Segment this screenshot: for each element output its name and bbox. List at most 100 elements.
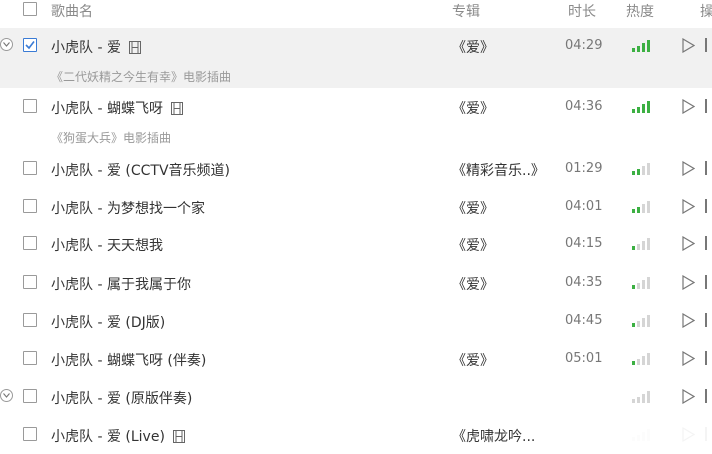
song-checkbox[interactable] — [23, 199, 37, 213]
song-album[interactable]: 《虎啸龙吟... — [452, 426, 535, 446]
play-icon[interactable] — [682, 274, 696, 294]
song-title-text: 小虎队 - 爱 (Live) — [51, 429, 165, 445]
heat-bar — [632, 171, 635, 175]
song-checkbox[interactable] — [23, 38, 37, 52]
chevron-down-icon[interactable] — [0, 389, 13, 402]
song-duration: 04:36 — [565, 99, 603, 114]
song-title-text: 小虎队 - 爱 (原版伴奏) — [51, 391, 193, 407]
heat-bar — [637, 169, 640, 175]
song-title[interactable]: 小虎队 - 蝴蝶飞呀 (伴奏) — [51, 350, 206, 370]
heat-bar — [637, 46, 640, 52]
song-title[interactable]: 小虎队 - 爱 — [51, 37, 141, 58]
heat-bar — [637, 207, 640, 213]
song-album[interactable]: 《爱》 — [452, 274, 494, 294]
heat-bar — [647, 391, 650, 403]
heat-bar — [647, 101, 650, 113]
chevron-down-icon[interactable] — [0, 38, 13, 51]
heat-bar — [632, 246, 635, 250]
song-album[interactable]: 《爱》 — [452, 37, 494, 57]
song-checkbox[interactable] — [23, 161, 37, 175]
heat-bar — [647, 201, 650, 213]
more-actions-icon[interactable] — [705, 351, 707, 365]
song-album[interactable]: 《爱》 — [452, 350, 494, 370]
song-row[interactable]: 小虎队 - 属于我属于你 《爱》 04:35 — [0, 263, 712, 301]
header-album[interactable]: 专辑 — [452, 1, 480, 21]
song-row[interactable]: 小虎队 - 爱 (DJ版) 04:45 — [0, 301, 712, 339]
song-duration: 01:29 — [565, 161, 603, 176]
heat-bar — [642, 104, 645, 113]
heat-bar — [642, 356, 645, 365]
heat-bar — [647, 238, 650, 250]
song-title[interactable]: 小虎队 - 为梦想找一个家 — [51, 198, 205, 218]
heat-bar — [637, 107, 640, 113]
more-actions-icon[interactable] — [705, 99, 707, 113]
header-actions: 操 — [700, 4, 712, 20]
song-checkbox[interactable] — [23, 275, 37, 289]
heat-meter — [632, 391, 656, 403]
song-title[interactable]: 小虎队 - 爱 (CCTV音乐频道) — [51, 160, 230, 180]
song-album[interactable]: 《精彩音乐..》 — [452, 160, 545, 180]
select-all-checkbox[interactable] — [23, 2, 37, 16]
heat-bar — [632, 323, 635, 327]
heat-meter — [632, 163, 656, 175]
heat-bar — [647, 40, 650, 52]
more-actions-icon[interactable] — [705, 38, 707, 52]
song-row[interactable]: 小虎队 - 爱 (CCTV音乐频道) 《精彩音乐..》 01:29 — [0, 150, 712, 188]
heat-meter — [632, 238, 656, 250]
song-checkbox[interactable] — [23, 99, 37, 113]
heat-bar — [632, 285, 635, 289]
heat-meter — [632, 277, 656, 289]
play-icon[interactable] — [682, 98, 696, 118]
heat-bar — [642, 43, 645, 52]
song-checkbox[interactable] — [23, 389, 37, 403]
song-title[interactable]: 小虎队 - 属于我属于你 — [51, 274, 191, 294]
play-icon[interactable] — [682, 235, 696, 255]
play-icon[interactable] — [682, 350, 696, 370]
bottom-right-fade — [560, 410, 712, 454]
film-icon[interactable] — [128, 41, 141, 58]
song-album[interactable]: 《爱》 — [452, 235, 494, 255]
song-title[interactable]: 小虎队 - 爱 (DJ版) — [51, 312, 165, 332]
more-actions-icon[interactable] — [705, 236, 707, 250]
heat-bar — [647, 163, 650, 175]
song-checkbox[interactable] — [23, 236, 37, 250]
heat-bar — [647, 353, 650, 365]
song-row[interactable]: 小虎队 - 爱《二代妖精之今生有幸》电影插曲 《爱》 04:29 — [0, 28, 712, 88]
song-checkbox[interactable] — [23, 351, 37, 365]
film-icon[interactable] — [172, 430, 185, 447]
film-icon[interactable] — [170, 102, 183, 119]
song-row[interactable]: 小虎队 - 蝴蝶飞呀 《狗蛋大兵》电影插曲 《爱》 04:36 — [0, 88, 712, 150]
play-icon[interactable] — [682, 388, 696, 408]
heat-bar — [632, 361, 635, 365]
heat-bar — [642, 166, 645, 175]
play-icon[interactable] — [682, 37, 696, 57]
song-row[interactable]: 小虎队 - 天天想我 《爱》 04:15 — [0, 225, 712, 263]
more-actions-icon[interactable] — [705, 199, 707, 213]
song-title[interactable]: 小虎队 - 爱 (原版伴奏) — [51, 388, 192, 408]
header-song-name[interactable]: 歌曲名 — [51, 1, 93, 21]
song-title[interactable]: 小虎队 - 爱 (Live) — [51, 426, 185, 447]
play-icon[interactable] — [682, 312, 696, 332]
song-checkbox[interactable] — [23, 427, 37, 441]
more-actions-icon[interactable] — [705, 161, 707, 175]
header-heat[interactable]: 热度 — [626, 1, 654, 21]
song-album[interactable]: 《爱》 — [452, 98, 494, 118]
song-checkbox[interactable] — [23, 313, 37, 327]
song-album[interactable]: 《爱》 — [452, 198, 494, 218]
more-actions-icon[interactable] — [705, 313, 707, 327]
song-row[interactable]: 小虎队 - 蝴蝶飞呀 (伴奏) 《爱》 05:01 — [0, 339, 712, 377]
play-icon[interactable] — [682, 160, 696, 180]
more-actions-icon[interactable] — [705, 275, 707, 289]
play-icon[interactable] — [682, 198, 696, 218]
song-subtitle: 《二代妖精之今生有幸》电影插曲 — [51, 70, 232, 84]
song-row[interactable]: 小虎队 - 为梦想找一个家 《爱》 04:01 — [0, 188, 712, 225]
heat-bar — [632, 109, 635, 113]
heat-bar — [632, 48, 635, 52]
more-actions-icon[interactable] — [705, 389, 707, 403]
song-title-text: 小虎队 - 爱 (DJ版) — [51, 315, 166, 331]
header-duration[interactable]: 时长 — [568, 1, 596, 21]
song-duration: 04:29 — [565, 38, 603, 53]
song-title[interactable]: 小虎队 - 天天想我 — [51, 235, 163, 255]
song-title[interactable]: 小虎队 - 蝴蝶飞呀 — [51, 98, 183, 119]
heat-bar — [632, 209, 635, 213]
